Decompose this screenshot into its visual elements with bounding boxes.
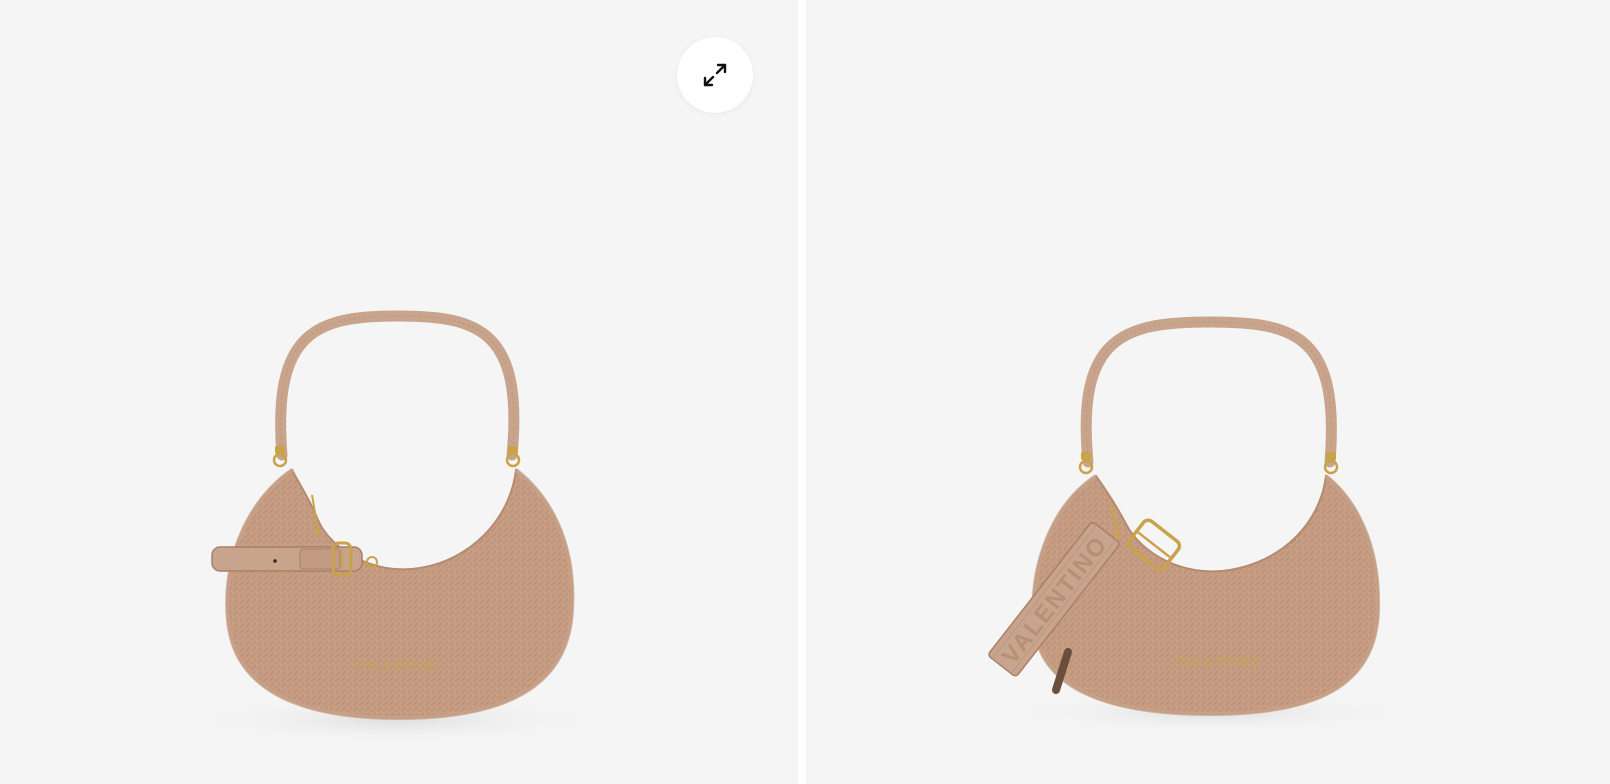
svg-text:VALENTINO: VALENTINO	[356, 659, 441, 673]
svg-text:VALENTINO: VALENTINO	[1176, 655, 1261, 669]
gallery-image-2[interactable]: VALENTINO VALENTINO	[806, 0, 1610, 784]
brand-logo: VALENTINO	[356, 659, 441, 673]
gallery-image-1[interactable]: VALENTINO VALENTINO	[0, 0, 798, 784]
expand-image-button[interactable]	[677, 37, 753, 113]
brand-logo: VALENTINO	[1176, 655, 1261, 669]
expand-arrows-icon	[703, 63, 727, 87]
product-gallery: VALENTINO VALENTINO VALENTINO	[0, 0, 1610, 784]
